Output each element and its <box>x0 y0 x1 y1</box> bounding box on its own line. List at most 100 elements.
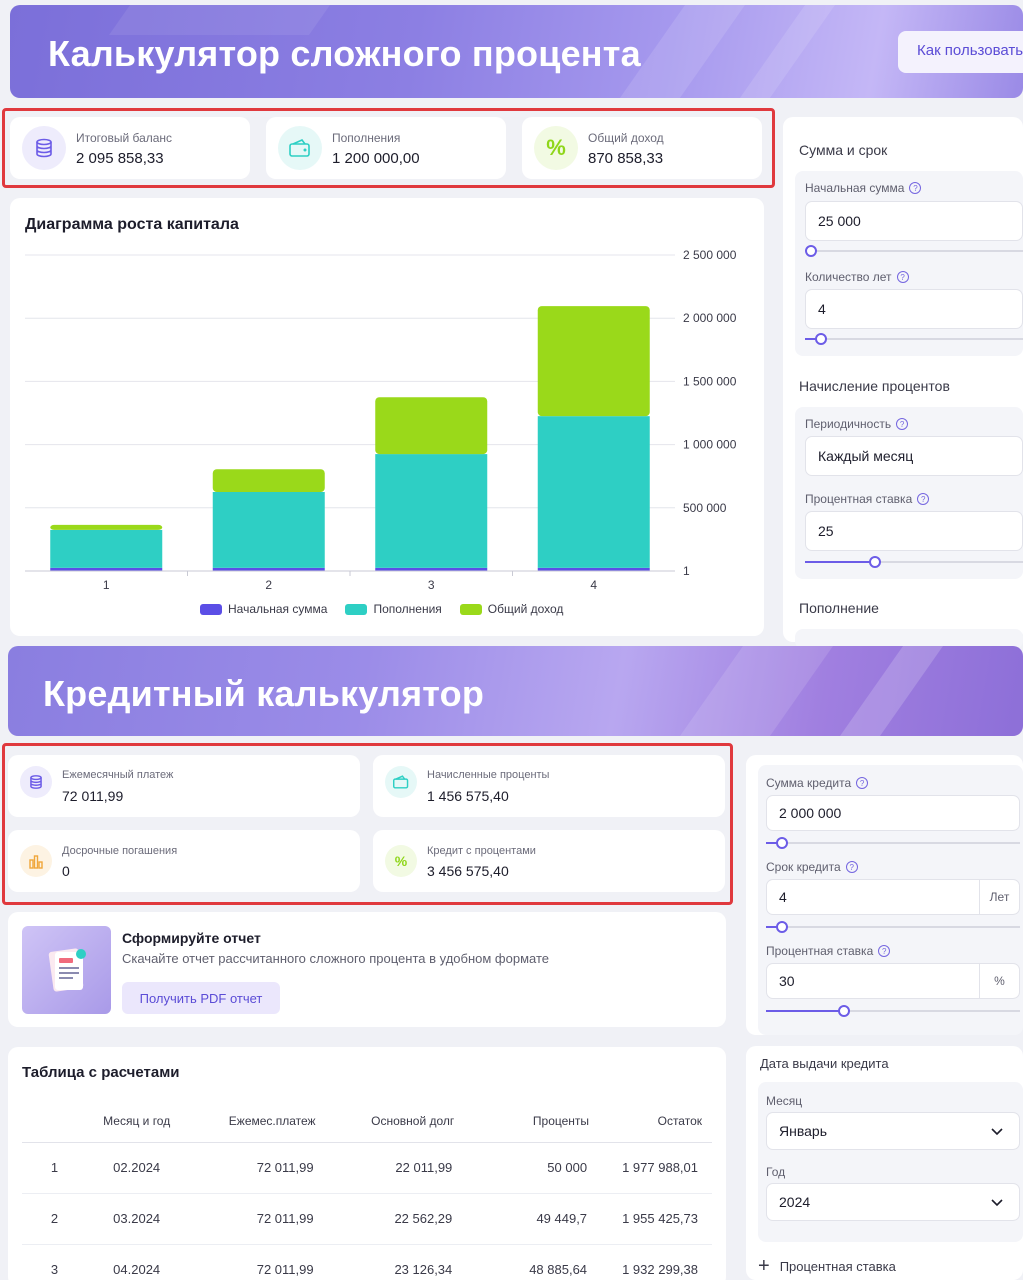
get-pdf-report-button[interactable]: Получить PDF отчет <box>122 982 280 1014</box>
periodicity-select[interactable]: Каждый месяц <box>805 436 1023 476</box>
bar-income <box>212 469 325 492</box>
cell: 72 011,99 <box>186 1193 316 1245</box>
credit-banner: Кредитный калькулятор <box>8 646 1023 736</box>
field-label-text: Начальная сумма <box>805 181 905 195</box>
field-label-text: Сумма кредита <box>766 776 852 790</box>
chevron-down-icon <box>991 1128 1003 1136</box>
col-monthly-payment: Ежемес.платеж <box>186 1100 316 1143</box>
years-slider-thumb[interactable] <box>815 333 827 345</box>
table-title: Таблица с расчетами <box>22 1064 180 1081</box>
help-icon[interactable]: ? <box>896 418 909 430</box>
cell: 23 126,34 <box>315 1244 455 1280</box>
cell: 1 955 425,73 <box>589 1193 712 1245</box>
legend-label: Начальная сумма <box>228 602 328 616</box>
credit-term-unit: Лет <box>979 880 1019 914</box>
col-balance: Остаток <box>589 1100 712 1143</box>
highlight-frame <box>2 108 775 188</box>
bar-topups <box>537 416 650 568</box>
month-select[interactable]: Январь <box>766 1112 1020 1150</box>
topup-title: Пополнение <box>799 600 879 616</box>
col-interest: Проценты <box>454 1100 590 1143</box>
plus-icon: + <box>758 1255 770 1277</box>
rate-slider-fill <box>805 561 871 563</box>
credit-amount-label: Сумма кредита? <box>766 776 869 790</box>
initial-sum-slider-thumb[interactable] <box>805 245 817 257</box>
year-select[interactable]: 2024 <box>766 1183 1020 1221</box>
y-tick-label: 1 500 000 <box>683 374 737 388</box>
y-tick-label: 2 000 000 <box>683 311 737 325</box>
month-select-value: Январь <box>779 1123 827 1139</box>
cell: 48 885,64 <box>454 1244 590 1280</box>
cell: 72 011,99 <box>186 1142 316 1194</box>
initial-sum-input[interactable]: 25 000 <box>805 201 1023 241</box>
help-icon[interactable]: ? <box>917 493 930 505</box>
legend-item-income[interactable]: Общий доход <box>459 602 564 616</box>
month-label: Месяц <box>766 1094 803 1108</box>
y-tick-label: 1 <box>683 564 690 578</box>
how-to-use-button[interactable]: Как пользовать <box>898 31 1023 73</box>
cell: 2 <box>22 1193 88 1245</box>
legend-item-topups[interactable]: Пополнения <box>345 602 442 616</box>
capital-growth-chart-card: Диаграмма роста капитала 1 500 000 1 000 0… <box>10 198 764 636</box>
issue-date-title: Дата выдачи кредита <box>760 1056 889 1071</box>
help-icon[interactable]: ? <box>896 271 909 283</box>
field-label-text: Срок кредита <box>766 860 841 874</box>
credit-rate-slider-thumb[interactable] <box>838 1005 850 1017</box>
table-header-row: Месяц и год Ежемес.платеж Основной долг … <box>22 1100 712 1143</box>
credit-term-label: Срок кредита? <box>766 860 858 874</box>
credit-term-input[interactable]: 4 Лет <box>766 879 1020 915</box>
legend-swatch <box>200 603 222 615</box>
field-label-text: Периодичность <box>805 417 892 431</box>
credit-amount-slider-track[interactable] <box>766 842 1020 844</box>
cell: 1 <box>22 1142 88 1194</box>
rate-label: Процентная ставка? <box>805 492 930 506</box>
cell: 22 562,29 <box>315 1193 455 1245</box>
table-row: 2 03.2024 72 011,99 22 562,29 49 449,7 1… <box>22 1193 712 1245</box>
bar-income <box>375 397 488 455</box>
bar-topups <box>50 529 163 568</box>
field-label-text: Процентная ставка <box>805 492 913 506</box>
help-icon[interactable]: ? <box>845 861 858 873</box>
legend-label: Пополнения <box>373 602 442 616</box>
capital-growth-chart: 1 500 000 1 000 000 1 500 000 2 000 000 2 500… <box>25 248 737 592</box>
highlight-frame <box>2 743 733 905</box>
y-tick-label: 1 000 000 <box>683 438 737 452</box>
cell: 1 932 299,38 <box>589 1244 712 1280</box>
help-icon[interactable]: ? <box>909 182 922 194</box>
cell: 02.2024 <box>87 1142 187 1194</box>
credit-rate-input[interactable]: 30 % <box>766 963 1020 999</box>
credit-amount-input[interactable]: 2 000 000 <box>766 795 1020 831</box>
credit-amount-slider-thumb[interactable] <box>776 837 788 849</box>
credit-rate-unit: % <box>979 964 1019 998</box>
legend-label: Общий доход <box>487 602 564 616</box>
report-card: Сформируйте отчет Скачайте отчет рассчит… <box>8 912 726 1027</box>
cell: 1 977 988,01 <box>589 1142 712 1194</box>
credit-rate-value: 30 <box>779 973 795 989</box>
compound-settings-panel: Сумма и срок Начальная сумма? 25 000 Кол… <box>783 117 1023 649</box>
periodicity-label: Периодичность? <box>805 417 909 431</box>
rate-slider-thumb[interactable] <box>869 556 881 568</box>
initial-sum-slider-track[interactable] <box>805 250 1023 252</box>
rate-input[interactable]: 25 <box>805 511 1023 551</box>
add-interest-rate-button[interactable]: + Процентная ставка <box>758 1255 896 1277</box>
years-input[interactable]: 4 <box>805 289 1023 329</box>
add-interest-rate-label: Процентная ставка <box>779 1258 896 1274</box>
cell: 49 449,7 <box>454 1193 590 1245</box>
report-document-icon <box>22 926 111 1014</box>
chart-legend: Начальная сумма Пополнения Общий доход <box>200 602 563 616</box>
help-icon[interactable]: ? <box>878 945 891 957</box>
cell: 50 000 <box>454 1142 590 1194</box>
bar-topups <box>212 492 325 568</box>
compound-banner: Калькулятор сложного процента Как пользо… <box>10 5 1023 98</box>
years-slider-track[interactable] <box>805 338 1023 340</box>
cell: 22 011,99 <box>315 1142 455 1194</box>
x-tick-label: 2 <box>265 578 272 592</box>
y-tick-label: 2 500 000 <box>683 248 737 262</box>
credit-term-value: 4 <box>779 889 787 905</box>
credit-term-slider-thumb[interactable] <box>776 921 788 933</box>
legend-item-initial[interactable]: Начальная сумма <box>200 602 327 616</box>
credit-term-slider-track[interactable] <box>766 926 1020 928</box>
cell: 04.2024 <box>87 1244 187 1280</box>
help-icon[interactable]: ? <box>856 777 869 789</box>
year-label: Год <box>766 1165 786 1179</box>
